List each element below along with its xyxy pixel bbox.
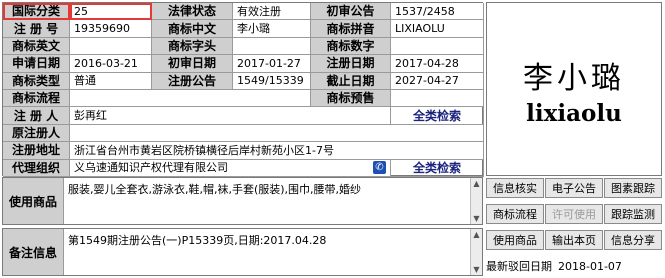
info-share-button[interactable]: 信息分享 <box>604 230 662 250</box>
trademark-info-grid: 国际分类 25 法律状态 有效注册 初审公告 1537/2458 注 册 号 1… <box>2 2 484 177</box>
reg-date-label: 注册日期 <box>311 55 391 73</box>
prelim-date-label: 初审日期 <box>152 55 233 73</box>
mark-letter-value <box>233 37 311 56</box>
mark-type-label: 商标类型 <box>3 72 70 90</box>
phone-icon[interactable]: ✆ <box>373 161 386 175</box>
agent-label: 代理组织 <box>3 159 70 177</box>
mark-type-value: 普通 <box>70 72 152 90</box>
address-value: 浙江省台州市黄岩区院桥镇横径后岸村新苑小区1-7号 <box>70 142 484 160</box>
use-goods-button[interactable]: 使用商品 <box>486 230 544 250</box>
note-scrollbar[interactable]: ▲ ▼ <box>470 229 482 275</box>
logo-english-text: lixiaolu <box>526 100 622 127</box>
owner-label: 注 册 人 <box>3 107 70 125</box>
owner-all-class-search-link[interactable]: 全类检索 <box>391 107 484 125</box>
scroll-up-icon[interactable]: ▲ <box>472 179 481 188</box>
license-use-button[interactable]: 许可使用 <box>545 204 603 224</box>
owner-value: 彭再红 <box>70 107 391 125</box>
mark-process-button[interactable]: 商标流程 <box>486 204 544 224</box>
logo-chinese-text: 李小璐 <box>523 61 625 96</box>
reg-no-value: 19359690 <box>70 20 152 38</box>
class-value: 25 <box>70 3 152 21</box>
reg-announce-label: 注册公告 <box>152 72 233 90</box>
track-monitor-button[interactable]: 跟踪监测 <box>604 204 662 224</box>
agent-value-cell: 义乌速通知识产权代理有限公司 ✆ <box>70 159 391 177</box>
agent-all-class-search-link[interactable]: 全类检索 <box>391 159 484 177</box>
usage-text-area: 服装,婴儿全套衣,游泳衣,鞋,帽,袜,手套(服装),围巾,腰带,婚纱 ▲ ▼ <box>64 178 482 224</box>
process-label: 商标流程 <box>3 89 70 108</box>
address-label: 注册地址 <box>3 142 70 160</box>
agent-value: 义乌速通知识产权代理有限公司 <box>74 161 228 175</box>
note-panel: 备注信息 第1549期注册公告(一)P15339页,日期:2017.04.28 … <box>2 228 483 276</box>
mark-cn-label: 商标中文 <box>152 20 233 38</box>
process-value <box>70 89 311 108</box>
note-text-area: 第1549期注册公告(一)P15339页,日期:2017.04.28 ▲ ▼ <box>64 229 482 275</box>
prelim-date-value: 2017-01-27 <box>233 55 311 73</box>
apply-date-label: 申请日期 <box>3 55 70 73</box>
mark-en-value <box>70 37 152 56</box>
info-verify-button[interactable]: 信息核实 <box>486 178 544 198</box>
mark-letter-label: 商标字头 <box>152 37 233 56</box>
usage-text: 服装,婴儿全套衣,游泳衣,鞋,帽,袜,手套(服装),围巾,腰带,婚纱 <box>68 183 362 196</box>
pinyin-label: 商标拼音 <box>311 20 391 38</box>
expire-date-label: 截止日期 <box>311 72 391 90</box>
original-owner-value <box>70 124 484 143</box>
goods-usage-panel: 使用商品 服装,婴儿全套衣,游泳衣,鞋,帽,袜,手套(服装),围巾,腰带,婚纱 … <box>2 177 483 225</box>
trademark-logo-image: 李小璐 lixiaolu <box>486 2 662 176</box>
apply-date-value: 2016-03-21 <box>70 55 152 73</box>
prelim-announce-label: 初审公告 <box>311 3 391 21</box>
mark-cn-value: 李小璐 <box>233 20 311 38</box>
mark-en-label: 商标英文 <box>3 37 70 56</box>
note-label: 备注信息 <box>3 229 64 275</box>
trademark-detail-window: { "fields": { "class_label": "国际分类", "cl… <box>0 0 665 278</box>
prelim-announce-value: 1537/2458 <box>391 3 484 21</box>
scroll-down-icon[interactable]: ▼ <box>472 214 481 223</box>
mark-digit-value <box>391 37 484 56</box>
scroll-up-icon[interactable]: ▲ <box>472 230 481 239</box>
reg-announce-value: 1549/15339 <box>233 72 311 90</box>
legal-status-value: 有效注册 <box>233 3 311 21</box>
latest-reject-label: 最新驳回日期 <box>486 260 552 273</box>
usage-scrollbar[interactable]: ▲ ▼ <box>470 178 482 224</box>
note-text: 第1549期注册公告(一)P15339页,日期:2017.04.28 <box>68 234 327 247</box>
class-label: 国际分类 <box>3 3 70 21</box>
mark-digit-label: 商标数字 <box>311 37 391 56</box>
latest-reject-date: 最新驳回日期 2018-01-07 <box>486 256 662 276</box>
pinyin-value: LIXIAOLU <box>391 20 484 38</box>
latest-reject-value: 2018-01-07 <box>558 259 622 273</box>
original-owner-label: 原注册人 <box>3 124 70 143</box>
warning-label: 商标预售 <box>311 89 391 108</box>
legal-status-label: 法律状态 <box>152 3 233 21</box>
reg-no-label: 注 册 号 <box>3 20 70 38</box>
expire-date-value: 2027-04-27 <box>391 72 484 90</box>
scroll-down-icon[interactable]: ▼ <box>472 265 481 274</box>
export-page-button[interactable]: 输出本页 <box>545 230 603 250</box>
figure-track-button[interactable]: 图素跟踪 <box>604 178 662 198</box>
warning-value <box>391 89 484 108</box>
usage-label: 使用商品 <box>3 178 64 224</box>
e-announce-button[interactable]: 电子公告 <box>545 178 603 198</box>
reg-date-value: 2017-04-28 <box>391 55 484 73</box>
